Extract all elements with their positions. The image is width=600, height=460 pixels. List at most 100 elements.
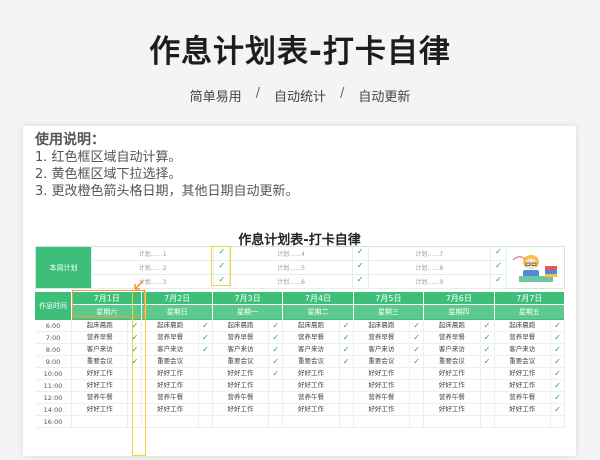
check-cell[interactable]: ✓ (338, 344, 353, 355)
activity-text[interactable]: 客户来访 (354, 344, 409, 355)
check-cell[interactable]: ✓ (549, 356, 564, 367)
activity-text[interactable]: 好好工作 (495, 368, 550, 379)
activity-text[interactable]: 营养午餐 (424, 392, 479, 403)
check-cell[interactable] (127, 368, 141, 379)
check-cell[interactable] (268, 404, 282, 415)
activity-text[interactable]: 营养午餐 (354, 392, 409, 403)
plan-check[interactable]: ✓ (489, 274, 506, 289)
activity-text[interactable]: 好好工作 (142, 380, 197, 391)
check-cell[interactable]: ✓ (409, 344, 423, 355)
check-cell[interactable] (338, 404, 353, 415)
activity-text[interactable]: 客户来访 (495, 344, 550, 355)
plan-check[interactable]: ✓ (213, 246, 229, 261)
check-cell[interactable] (338, 380, 353, 391)
plan-check[interactable]: ✓ (213, 260, 229, 275)
plan-check[interactable]: ✓ (213, 274, 229, 289)
check-cell[interactable]: ✓ (549, 392, 564, 403)
activity-text[interactable]: 起床晨跑 (213, 320, 268, 331)
check-cell[interactable]: ✓ (197, 344, 212, 355)
check-cell[interactable] (338, 392, 353, 403)
activity-text[interactable]: 好好工作 (142, 368, 197, 379)
activity-text[interactable]: 营养早餐 (354, 332, 409, 343)
check-cell[interactable] (127, 404, 141, 415)
check-cell[interactable]: ✓ (268, 356, 282, 367)
plan-check[interactable]: ✓ (351, 246, 368, 261)
activity-text[interactable]: 营养午餐 (142, 392, 197, 403)
check-cell[interactable]: ✓ (268, 344, 282, 355)
activity-text[interactable]: 好好工作 (213, 404, 268, 415)
activity-text[interactable]: 营养早餐 (283, 332, 338, 343)
check-cell[interactable] (197, 368, 212, 379)
activity-text[interactable] (354, 416, 409, 427)
check-cell[interactable] (338, 416, 353, 427)
check-cell[interactable]: ✓ (268, 368, 282, 379)
activity-text[interactable]: 客户来访 (142, 344, 197, 355)
day-date[interactable]: 7月5日 (353, 292, 424, 305)
activity-text[interactable]: 起床晨跑 (424, 320, 479, 331)
check-cell[interactable]: ✓ (549, 404, 564, 415)
activity-text[interactable]: 好好工作 (424, 368, 479, 379)
check-cell[interactable]: ✓ (338, 356, 353, 367)
activity-text[interactable]: 营养早餐 (213, 332, 268, 343)
activity-text[interactable]: 好好工作 (283, 368, 338, 379)
check-cell[interactable] (197, 416, 212, 427)
plan-check[interactable]: ✓ (351, 260, 368, 275)
activity-text[interactable]: 客户来访 (213, 344, 268, 355)
activity-text[interactable]: 好好工作 (213, 380, 268, 391)
check-cell[interactable] (197, 392, 212, 403)
activity-text[interactable]: 好好工作 (354, 368, 409, 379)
activity-text[interactable]: 好好工作 (354, 404, 409, 415)
activity-text[interactable]: 好好工作 (142, 404, 197, 415)
activity-text[interactable]: 起床晨跑 (354, 320, 409, 331)
check-cell[interactable]: ✓ (127, 320, 141, 331)
plan-check[interactable]: ✓ (489, 246, 506, 261)
activity-text[interactable]: 重要会议 (72, 356, 127, 367)
check-cell[interactable] (479, 416, 494, 427)
day-date[interactable]: 7月6日 (424, 292, 494, 305)
plan-check[interactable]: ✓ (489, 260, 506, 275)
check-cell[interactable]: ✓ (479, 356, 494, 367)
activity-text[interactable]: 好好工作 (72, 380, 127, 391)
activity-text[interactable]: 好好工作 (424, 404, 479, 415)
check-cell[interactable] (409, 404, 423, 415)
activity-text[interactable]: 起床晨跑 (142, 320, 197, 331)
check-cell[interactable]: ✓ (549, 332, 564, 343)
activity-text[interactable]: 营养早餐 (142, 332, 197, 343)
check-cell[interactable]: ✓ (409, 320, 423, 331)
check-cell[interactable] (268, 416, 282, 427)
check-cell[interactable] (268, 392, 282, 403)
day-date[interactable]: 7月1日 (72, 292, 142, 305)
activity-text[interactable]: 好好工作 (283, 404, 338, 415)
day-date[interactable]: 7月2日 (142, 292, 212, 305)
check-cell[interactable]: ✓ (549, 380, 564, 391)
activity-text[interactable]: 重要会议 (424, 356, 479, 367)
check-cell[interactable] (197, 356, 212, 367)
activity-text[interactable]: 营养午餐 (283, 392, 338, 403)
check-cell[interactable] (549, 416, 564, 427)
activity-text[interactable]: 营养早餐 (424, 332, 479, 343)
activity-text[interactable]: 客户来访 (424, 344, 479, 355)
activity-text[interactable]: 重要会议 (142, 356, 197, 367)
check-cell[interactable]: ✓ (479, 332, 494, 343)
check-cell[interactable]: ✓ (479, 320, 494, 331)
activity-text[interactable]: 营养午餐 (72, 392, 127, 403)
check-cell[interactable] (409, 380, 423, 391)
check-cell[interactable]: ✓ (549, 320, 564, 331)
check-cell[interactable]: ✓ (409, 332, 423, 343)
activity-text[interactable] (72, 416, 127, 427)
check-cell[interactable]: ✓ (197, 332, 212, 343)
check-cell[interactable]: ✓ (268, 332, 282, 343)
check-cell[interactable]: ✓ (479, 344, 494, 355)
day-date[interactable]: 7月4日 (283, 292, 353, 305)
check-cell[interactable]: ✓ (549, 368, 564, 379)
check-cell[interactable]: ✓ (549, 344, 564, 355)
check-cell[interactable] (268, 380, 282, 391)
activity-text[interactable]: 好好工作 (213, 368, 268, 379)
check-cell[interactable]: ✓ (127, 356, 141, 367)
activity-text[interactable]: 起床晨跑 (283, 320, 338, 331)
activity-text[interactable]: 营养午餐 (213, 392, 268, 403)
activity-text[interactable]: 好好工作 (354, 380, 409, 391)
check-cell[interactable]: ✓ (268, 320, 282, 331)
check-cell[interactable] (197, 380, 212, 391)
activity-text[interactable]: 客户来访 (283, 344, 338, 355)
